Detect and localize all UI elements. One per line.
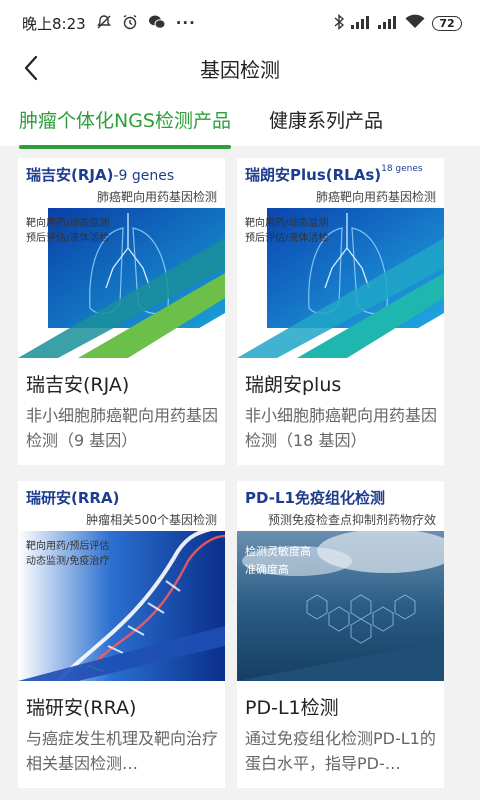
product-name: PD-L1检测 [245,697,339,719]
product-name: 瑞朗安plus [245,374,342,396]
product-grid: 瑞吉安(RJA)-9 genes 肺癌靶向用药基因检测 靶向用药/动态监测 预后… [0,146,480,800]
product-card-rja[interactable]: 瑞吉安(RJA)-9 genes 肺癌靶向用药基因检测 靶向用药/动态监测 预后… [18,158,225,465]
banner-subtitle: 肿瘤相关500个基因检测 [86,513,217,527]
product-banner: 瑞朗安Plus(RLAs)18 genes 肺癌靶向用药基因检测 靶向用药/动态… [237,158,444,358]
alarm-icon [122,14,138,33]
nav-bar: 基因检测 [0,46,480,90]
banner-title: 瑞研安(RRA) [26,489,120,507]
signal-icon [351,15,371,32]
product-banner: 瑞吉安(RJA)-9 genes 肺癌靶向用药基因检测 靶向用药/动态监测 预后… [18,158,225,358]
wifi-icon [405,14,425,32]
product-description: 通过免疫组化检测PD-L1的蛋白水平，指导PD-… [245,729,436,773]
banner-title: 瑞吉安(RJA)-9 genes [26,166,175,184]
status-bar: 晚上8:23 ··· 72 [0,0,480,46]
banner-tags: 检测灵敏度高 准确度高 [245,545,311,576]
product-banner: 瑞研安(RRA) 肿瘤相关500个基因检测 靶向用药/预后评估 动态监测/免疫治… [18,481,225,681]
chevron-left-icon [24,55,38,81]
banner-title: PD-L1免疫组化检测 [245,489,385,507]
banner-subtitle: 肺癌靶向用药基因检测 [315,190,436,204]
tab-health-series[interactable]: 健康系列产品 [269,90,383,133]
product-description: 与癌症发生机理及靶向治疗相关基因检测… [26,729,219,773]
banner-subtitle: 预测免疫检查点抑制剂药物疗效 [267,513,436,527]
product-card-pdl1[interactable]: PD-L1免疫组化检测 预测免疫检查点抑制剂药物疗效 检测灵敏度高 准确度高 P… [237,481,444,788]
category-tabs: 肿瘤个体化NGS检测产品 健康系列产品 [0,90,480,149]
battery-indicator: 72 [432,15,462,31]
mute-icon [96,14,112,33]
wechat-icon [148,14,166,33]
banner-tags: 靶向用药/动态监测 预后评估/液体活检 [26,218,110,244]
product-name: 瑞研安(RRA) [26,697,137,719]
product-description: 非小细胞肺癌靶向用药基因检测（18 基因） [245,406,438,450]
page-title: 基因检测 [200,57,280,82]
tab-tumor-ngs[interactable]: 肿瘤个体化NGS检测产品 [19,90,231,149]
product-banner: PD-L1免疫组化检测 预测免疫检查点抑制剂药物疗效 检测灵敏度高 准确度高 [237,481,444,681]
product-name: 瑞吉安(RJA) [26,374,130,396]
banner-title: 瑞朗安Plus(RLAs)18 genes [245,164,423,184]
banner-subtitle: 肺癌靶向用药基因检测 [96,190,217,204]
signal-icon [378,15,398,32]
product-card-rra[interactable]: 瑞研安(RRA) 肿瘤相关500个基因检测 靶向用药/预后评估 动态监测/免疫治… [18,481,225,788]
bluetooth-icon [334,13,345,33]
back-button[interactable] [16,52,46,84]
more-icon: ··· [175,13,196,32]
status-time: 晚上8:23 [22,14,86,33]
banner-tags: 靶向用药/动态监测 预后评估/液体活检 [245,218,329,244]
banner-tags: 靶向用药/预后评估 动态监测/免疫治疗 [26,541,110,567]
product-card-rlas[interactable]: 瑞朗安Plus(RLAs)18 genes 肺癌靶向用药基因检测 靶向用药/动态… [237,158,444,465]
product-description: 非小细胞肺癌靶向用药基因检测（9 基因） [26,406,219,450]
